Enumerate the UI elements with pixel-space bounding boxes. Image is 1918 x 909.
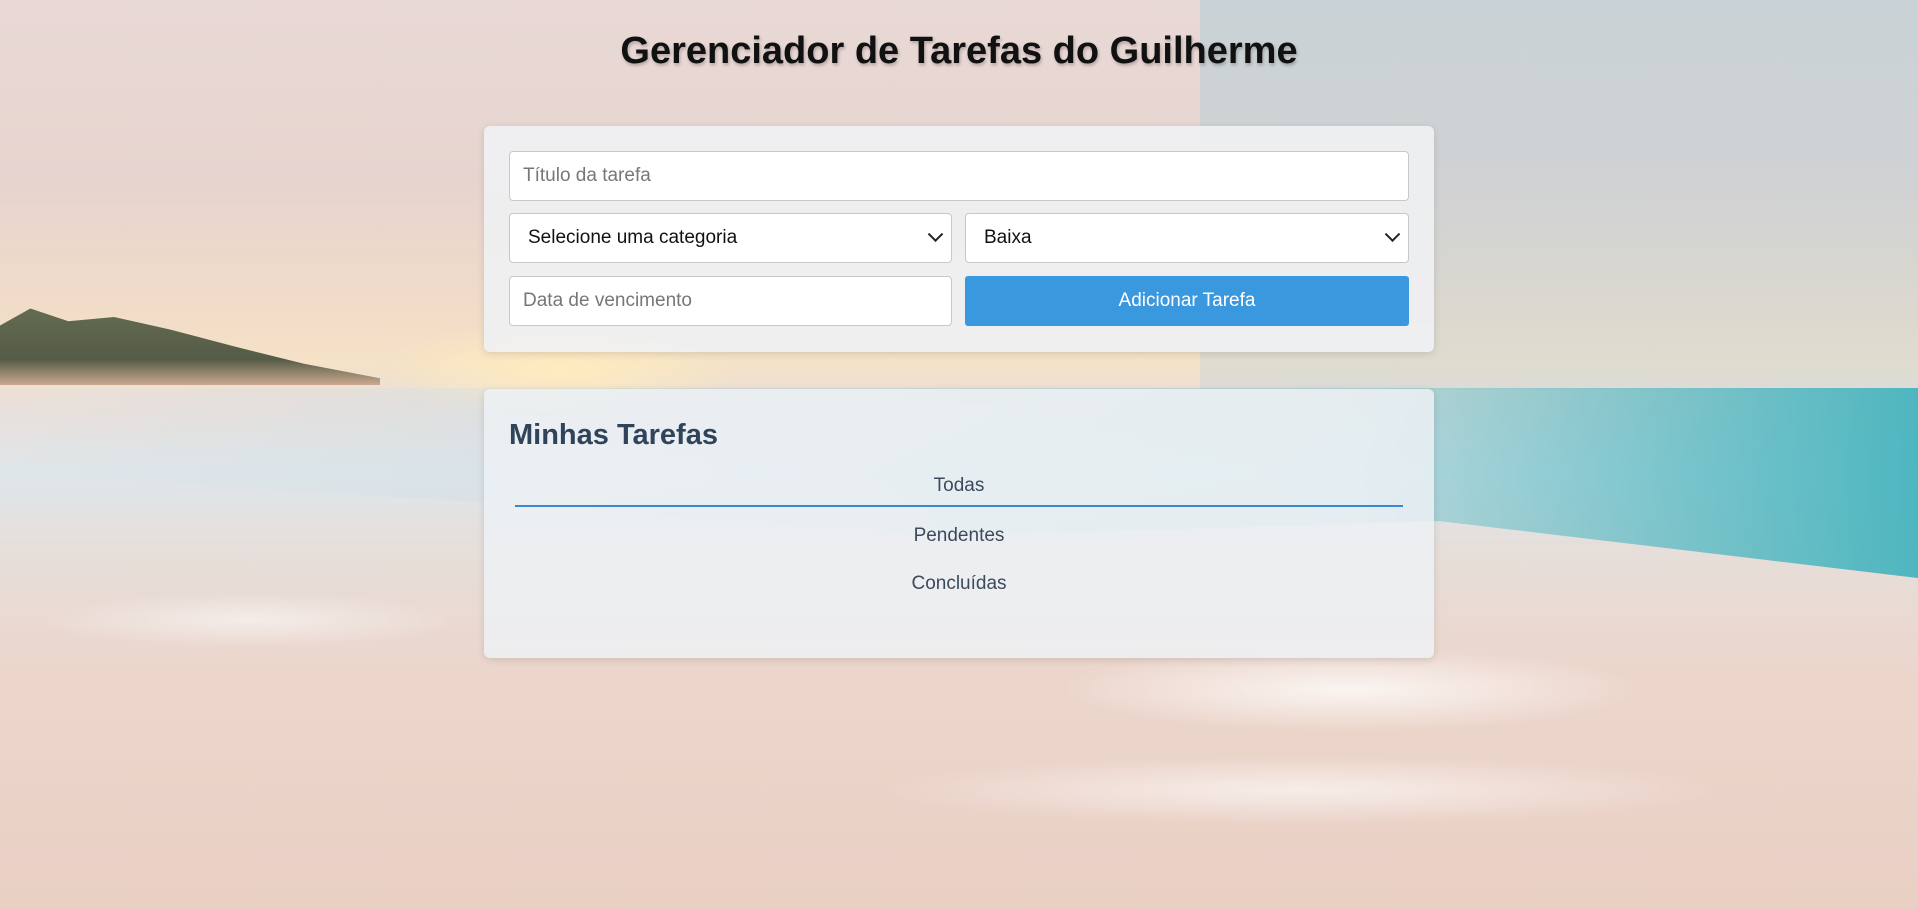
task-title-placeholder: Título da tarefa: [523, 165, 651, 186]
priority-select[interactable]: Baixa: [965, 213, 1409, 263]
filter-tab-concluidas[interactable]: Concluídas: [515, 573, 1403, 595]
task-list-heading: Minhas Tarefas: [509, 419, 718, 451]
filter-tab-pendentes[interactable]: Pendentes: [515, 525, 1403, 547]
filter-tab-todas[interactable]: Todas: [515, 475, 1403, 507]
priority-select-value: Baixa: [984, 227, 1032, 248]
add-task-button[interactable]: Adicionar Tarefa: [965, 276, 1409, 326]
due-date-placeholder: Data de vencimento: [523, 290, 692, 311]
category-select-value: Selecione uma categoria: [528, 227, 738, 248]
chevron-down-icon: [1384, 225, 1401, 242]
chevron-down-icon: [927, 225, 944, 242]
due-date-input[interactable]: Data de vencimento: [509, 276, 952, 326]
category-select[interactable]: Selecione uma categoria: [509, 213, 952, 263]
page-title: Gerenciador de Tarefas do Guilherme: [620, 30, 1298, 72]
task-form-card: Título da tarefa Selecione uma categoria…: [484, 126, 1434, 352]
task-list-card: Minhas Tarefas Todas Pendentes Concluída…: [484, 389, 1434, 658]
background-island: [0, 308, 380, 385]
task-title-input[interactable]: Título da tarefa: [509, 151, 1409, 201]
